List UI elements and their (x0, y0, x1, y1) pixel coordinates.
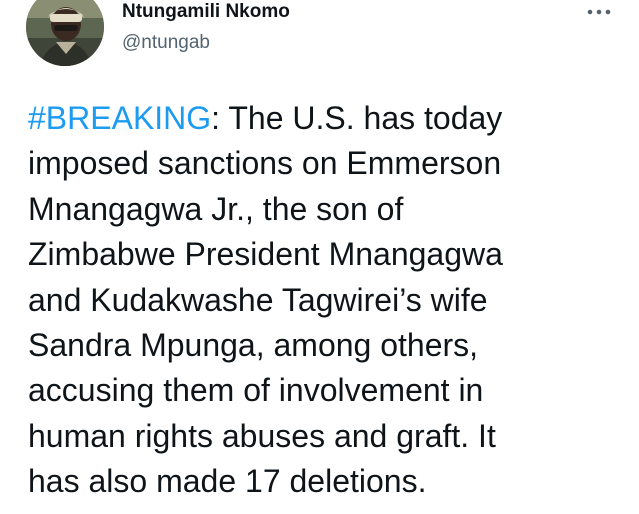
tweet-text-line: and Kudakwashe Tagwirei’s wife (28, 281, 488, 318)
tweet-text-line: Sandra Mpunga, among others, (28, 327, 479, 364)
tweet-text-line: accusing them of involvement in (28, 372, 484, 409)
tweet-text-line: #BREAKING: The U.S. has today (28, 96, 628, 141)
tweet-text-segment: : The U.S. has today (211, 100, 503, 136)
tweet-text: #BREAKING: The U.S. has today imposed sa… (28, 96, 628, 505)
more-options-button[interactable] (581, 0, 617, 24)
more-horizontal-icon (587, 9, 611, 15)
avatar[interactable] (26, 0, 104, 66)
tweet-text-line: imposed sanctions on Emmerson (28, 145, 502, 182)
author-display-name[interactable]: Ntungamili Nkomo (122, 0, 290, 24)
tweet-text-line: Zimbabwe President Mnangagwa (28, 236, 503, 273)
author-handle[interactable]: @ntungab (122, 31, 210, 55)
avatar-photo (26, 0, 104, 66)
tweet-text-line: Mnangagwa Jr., the son of (28, 190, 404, 227)
hashtag-link[interactable]: #BREAKING (28, 100, 211, 136)
tweet: Ntungamili Nkomo @ntungab #BREAKING: The… (0, 0, 639, 514)
tweet-text-line: has also made 17 deletions. (28, 463, 427, 500)
tweet-text-line: human rights abuses and graft. It (28, 417, 496, 454)
